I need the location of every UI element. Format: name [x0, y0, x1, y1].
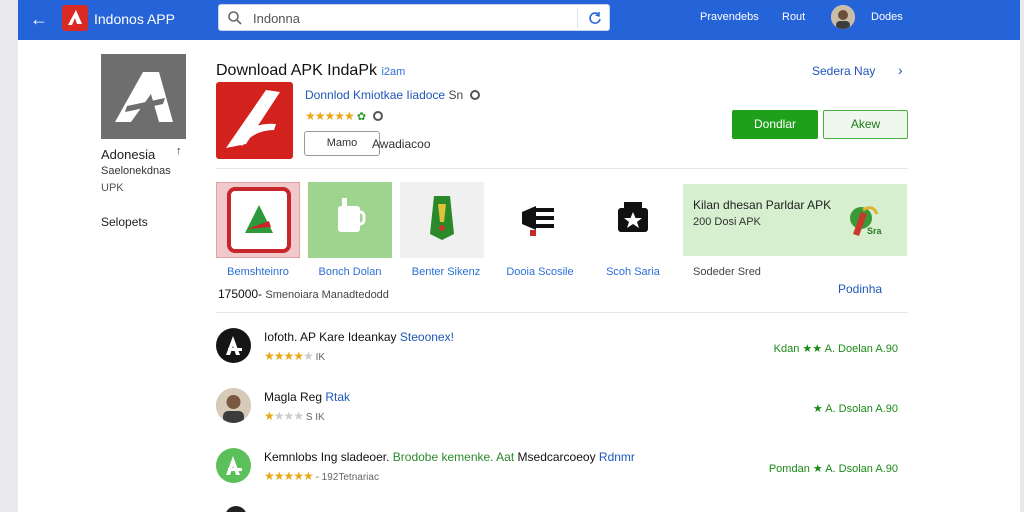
- app-window: ← Indonos APP Pravendebs Rout Dodes Adon…: [18, 0, 1020, 512]
- sidebar-type: UPK: [101, 182, 124, 194]
- download-button[interactable]: Dondlar: [732, 110, 818, 139]
- star-rating-icon: ★★★★★: [264, 469, 314, 483]
- promo-subtitle: 200 Dosi APK: [693, 216, 761, 228]
- search-input[interactable]: [253, 8, 553, 28]
- alt-action-button[interactable]: Akew: [823, 110, 908, 139]
- app-subtitle-text: Donnlod Kmiotkae Iiadoce: [305, 88, 446, 102]
- star-rating-icon: ★★★★★: [305, 109, 355, 123]
- tile-6-label[interactable]: Sodeder Sred: [682, 266, 772, 278]
- count-suffix: 00-: [244, 287, 263, 301]
- star-icon: ★: [812, 463, 823, 475]
- more-link[interactable]: Podinha: [838, 282, 882, 296]
- search-bar[interactable]: [218, 4, 610, 31]
- promo-badge: Sra: [867, 226, 882, 236]
- promo-title: Kilan dhesan Parldar APK: [693, 198, 832, 212]
- list-avatar-icon: [216, 388, 251, 423]
- user-name[interactable]: Dodes: [871, 11, 903, 23]
- promo-banner[interactable]: Kilan dhesan Parldar APK 200 Dosi APK Sr…: [683, 184, 907, 256]
- list-item-count: IK: [315, 352, 326, 363]
- star-icon: ★: [812, 403, 823, 415]
- star-rating-icon: ★★★★★: [264, 349, 314, 363]
- app-name[interactable]: Indonos APP: [94, 11, 175, 27]
- sidebar-item[interactable]: Selopets: [101, 215, 148, 229]
- tile-1-label[interactable]: Bemshteinro: [213, 266, 303, 278]
- list-item-meta: ★★★★★ IK: [264, 349, 325, 363]
- list-item-title-text: Magla Reg: [264, 390, 323, 404]
- list-item-title: Iofoth. AP Kare Ideankay Steoonex!: [264, 330, 454, 344]
- list-item[interactable]: Magla Reg Rtak ★★★★ S IK ★ A. Dsolan A.9…: [216, 388, 908, 432]
- divider: [216, 312, 908, 313]
- tile-4[interactable]: [492, 182, 576, 258]
- star-rating-icon: ★★★★: [264, 409, 304, 423]
- sidebar-subtitle: Saelonekdnas: [101, 165, 171, 177]
- verified-icon: ✿: [356, 111, 367, 123]
- chevron-right-icon[interactable]: ›: [898, 62, 903, 78]
- star-icon: ★★: [802, 343, 823, 355]
- list-item-status: Pomdan ★ A. Dsolan A.90: [769, 462, 898, 475]
- tile-2[interactable]: [308, 182, 392, 258]
- list-item-title-text: Iofoth. AP Kare Ideankay: [264, 330, 397, 344]
- list-item-link[interactable]: Steoonex!: [400, 330, 454, 344]
- list-item-status-label: Pomdan: [768, 463, 810, 475]
- app-subtitle: Donnlod Kmiotkae Iiadoce Sn: [305, 88, 481, 102]
- list-item-title: Magla Reg Rtak: [264, 390, 350, 404]
- list-item[interactable]: Kemnlobs Ing sladeoer. Brodobe kemenke. …: [216, 448, 908, 492]
- list-item-version: A. Dsolan A.90: [825, 463, 898, 475]
- count-number: 1750: [218, 287, 245, 301]
- tile-4-label[interactable]: Dooia Scosile: [495, 266, 585, 278]
- page-title-text: Download APK IndaPk: [216, 62, 377, 79]
- list-avatar-icon: [216, 328, 251, 363]
- list-item-link-3[interactable]: Rdnmr: [599, 450, 635, 464]
- sidebar-logo-icon: [101, 54, 186, 139]
- search-divider: [577, 8, 578, 28]
- list-item-status: Kdan ★★ A. Doelan A.90: [774, 342, 898, 355]
- tile-1[interactable]: [216, 182, 300, 258]
- list-item-link-2[interactable]: Msedcarcoeoy: [518, 450, 596, 464]
- page-title-tag: i2am: [381, 66, 406, 78]
- category-note: Awadiacoo: [372, 137, 431, 151]
- list-item-count: - 192Tetnariac: [315, 472, 379, 483]
- list-item-meta: ★★★★★ - 192Tetnariac: [264, 469, 379, 483]
- list-item-status: ★ A. Dsolan A.90: [813, 402, 898, 415]
- list-item-link[interactable]: Brodobe kemenke. Aat: [393, 450, 514, 464]
- list-item-link[interactable]: Rtak: [325, 390, 350, 404]
- category-chip[interactable]: Mamo: [304, 131, 380, 156]
- list-item-meta: ★★★★ S IK: [264, 409, 325, 423]
- tile-2-label[interactable]: Bonch Dolan: [305, 266, 395, 278]
- list-item-title-text: Kemnlobs Ing sladeoer.: [264, 450, 390, 464]
- user-avatar[interactable]: [831, 5, 855, 29]
- count-text: Smenoiara Manadtedodd: [265, 289, 389, 301]
- tile-3-label[interactable]: Benter Sikenz: [401, 266, 491, 278]
- list-item[interactable]: Iofoth. AP Kare Ideankay Steoonex! ★★★★★…: [216, 328, 908, 372]
- top-bar: ← Indonos APP Pravendebs Rout Dodes: [18, 0, 1020, 40]
- app-icon: [216, 82, 293, 159]
- list-item-count: S IK: [305, 412, 325, 423]
- search-icon: [228, 11, 242, 25]
- list-item-version: A. Doelan A.90: [824, 343, 898, 355]
- tile-3[interactable]: [400, 182, 484, 258]
- app-rating: ★★★★★ ✿: [305, 109, 384, 123]
- tile-5[interactable]: [590, 182, 674, 258]
- similar-link[interactable]: Sedera Nay: [812, 64, 875, 78]
- app-logo-icon[interactable]: [62, 5, 88, 31]
- divider: [216, 168, 908, 169]
- nav-link-1[interactable]: Pravendebs: [700, 11, 759, 23]
- list-item-version: A. Dsolan A.90: [825, 403, 898, 415]
- sidebar-caret-icon[interactable]: ↑: [176, 145, 182, 157]
- back-arrow-icon[interactable]: ←: [28, 8, 50, 30]
- tile-5-label[interactable]: Scoh Saria: [588, 266, 678, 278]
- app-subtitle-suffix: Sn: [448, 88, 464, 102]
- list-avatar-icon: [225, 506, 247, 512]
- list-item-title: Kemnlobs Ing sladeoer. Brodobe kemenke. …: [264, 450, 635, 464]
- globe-icon: [470, 90, 481, 100]
- refresh-icon[interactable]: [587, 10, 603, 26]
- count-row: 175000- Smenoiara Manadtedodd: [218, 287, 389, 301]
- sidebar-title: Adonesia: [101, 147, 156, 162]
- globe-icon: [373, 111, 384, 121]
- nav-link-2[interactable]: Rout: [782, 11, 805, 23]
- list-avatar-icon: [216, 448, 251, 483]
- page-title: Download APK IndaPk i2am: [216, 62, 405, 80]
- list-item-status-label: Kdan: [773, 343, 800, 355]
